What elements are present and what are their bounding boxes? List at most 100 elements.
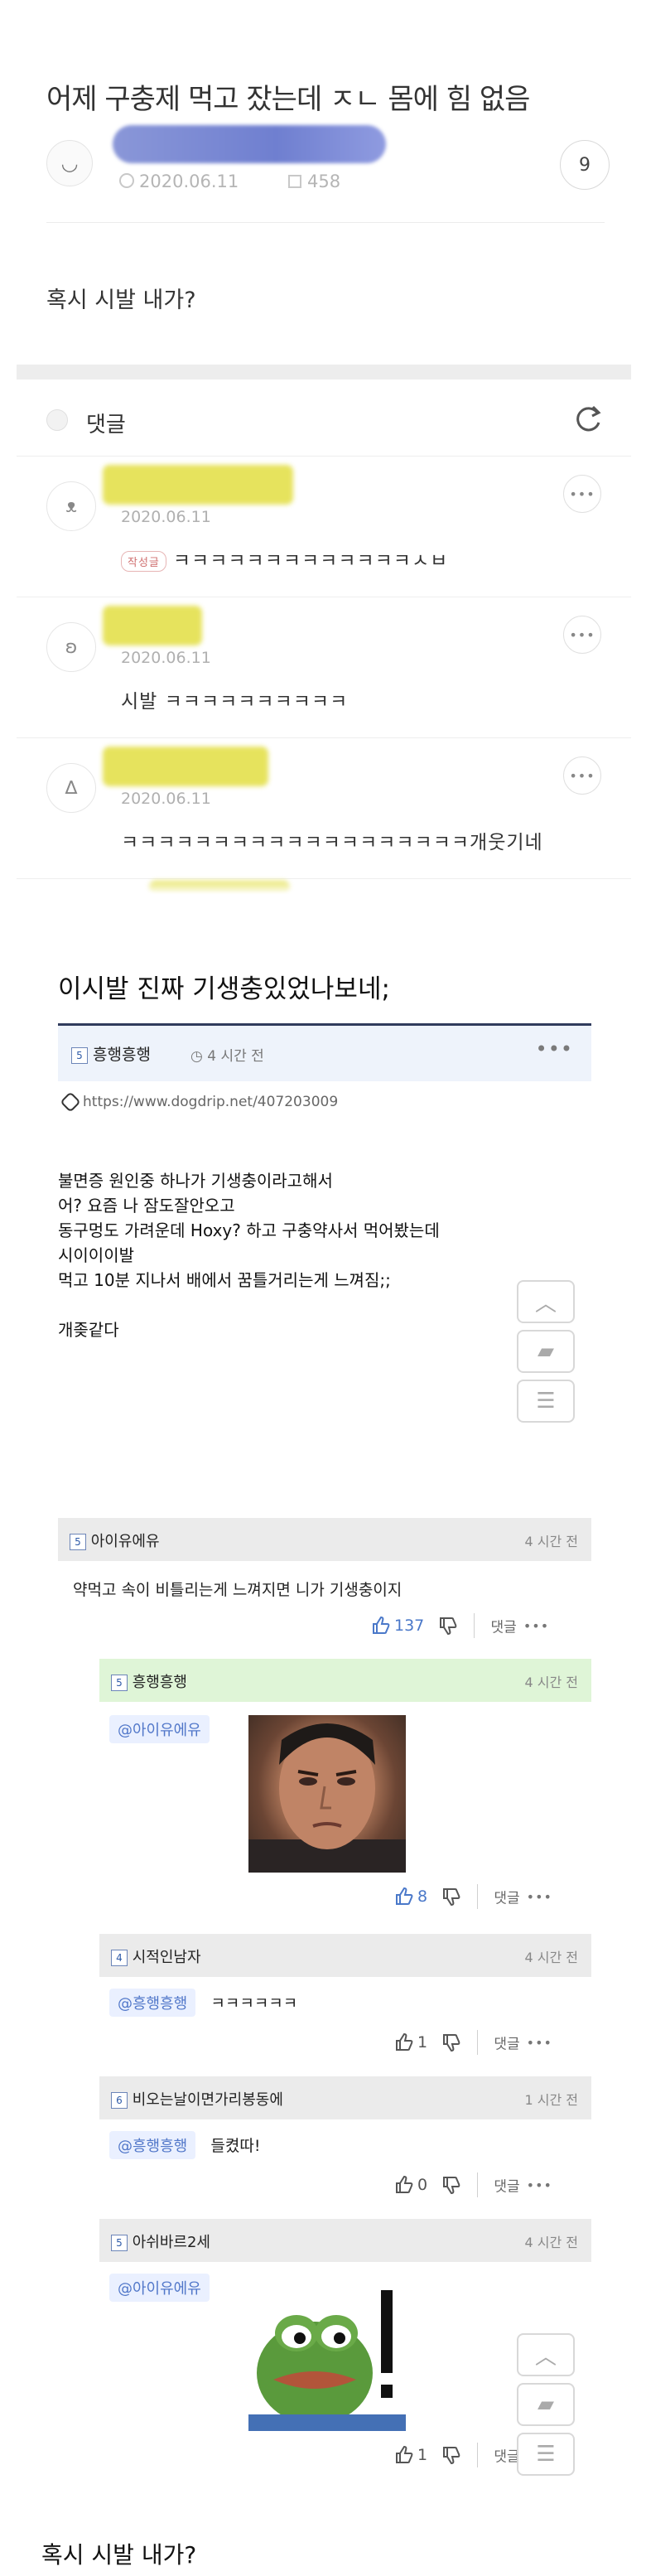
comment-author[interactable]: 5 아쉬바르2세 — [111, 2230, 210, 2252]
censored-name — [103, 606, 202, 645]
dogdrip-title: 이시발 진짜 기생충있었나보네; — [58, 974, 390, 1004]
bell-icon — [46, 409, 68, 431]
comment-mention[interactable]: @아이유에유 — [109, 2274, 210, 2302]
comment-reply: 5 흥행흥행 4 시간 전 @아이유에유 8 댓글 ••• — [99, 1659, 591, 1909]
scroll-top-button[interactable]: ︿ — [517, 1280, 575, 1323]
comments-button[interactable]: ▰ — [517, 1330, 575, 1373]
reaction-image-frog — [248, 2274, 406, 2431]
comment-author[interactable]: 5 흥행흥행 — [111, 1670, 187, 1692]
level-icon: 6 — [111, 2092, 128, 2109]
mention-tag[interactable]: @흥행흥행 — [109, 2131, 196, 2159]
thumb-down-icon[interactable] — [441, 1887, 461, 1907]
comment-reply: 6 비오는날이면가리봉동에 1 시간 전 @흥행흥행 들켰따! 0 댓글 ••• — [99, 2076, 591, 2197]
comment-count-button[interactable]: 9 — [560, 140, 610, 190]
commenter-avatar[interactable]: ᴥ — [46, 481, 96, 531]
upvote-count: 1 — [417, 2033, 428, 2052]
body-line: 개좆같다 — [58, 1320, 119, 1340]
post-views: 458 — [307, 172, 341, 191]
comment-date: 2020.06.11 — [121, 649, 211, 667]
footer-text: 혹시 시발 내가? — [41, 2541, 197, 2569]
comment-header: 5 아이유에유 4 시간 전 — [58, 1518, 591, 1561]
comment-author[interactable]: 4 시적인남자 — [111, 1945, 201, 1967]
body-line: 시이이이발 — [58, 1245, 134, 1265]
comment-header: 5 아쉬바르2세 4 시간 전 — [99, 2219, 591, 2262]
mention-tag[interactable]: @아이유에유 — [109, 1715, 210, 1743]
post-author-name: 흥행흥행 — [93, 1046, 151, 1064]
section-divider — [17, 365, 631, 379]
list-button[interactable]: ☰ — [517, 1380, 575, 1423]
thumb-up-icon[interactable] — [371, 1616, 391, 1636]
post-link[interactable]: https://www.dogdrip.net/407203009 — [60, 1091, 338, 1113]
comments-button[interactable]: ▰ — [517, 2383, 575, 2426]
post-author[interactable]: 5 흥행흥행 — [71, 1042, 151, 1065]
reply-button[interactable]: 댓글 — [494, 1891, 519, 1907]
clock-icon — [119, 173, 134, 188]
more-options-icon[interactable]: ••• — [536, 1037, 573, 1061]
thumb-up-icon[interactable] — [394, 2445, 414, 2465]
comment-time: 1 시간 전 — [524, 2092, 578, 2108]
more-icon[interactable]: ••• — [563, 756, 601, 795]
more-icon[interactable]: ••• — [527, 1889, 552, 1905]
comment-author-name: 시적인남자 — [132, 1949, 201, 1966]
upvote-count: 1 — [417, 2446, 428, 2464]
thumb-up-icon[interactable] — [394, 2175, 414, 2195]
thumb-down-icon[interactable] — [441, 2175, 461, 2195]
level-icon: 5 — [111, 1675, 128, 1691]
thumb-up-icon[interactable] — [394, 1887, 414, 1907]
more-icon[interactable]: ••• — [523, 1618, 549, 1634]
comment-header: 6 비오는날이면가리봉동에 1 시간 전 — [99, 2076, 591, 2119]
refresh-icon[interactable] — [571, 403, 605, 436]
upvote-count: 0 — [417, 2176, 428, 2194]
comment-time: 4 시간 전 — [524, 2235, 578, 2250]
reply-button[interactable]: 댓글 — [494, 2179, 519, 2196]
commenter-avatar[interactable]: ∆ — [46, 763, 96, 813]
comment-text: 작성글 ㅋㅋㅋㅋㅋㅋㅋㅋㅋㅋㅋㅋㅋㅅㅂ — [121, 544, 448, 573]
comment-text: ㅋㅋㅋㅋㅋㅋㅋㅋㅋㅋㅋㅋㅋㅋㅋㅋㅋㅋㅋ개웃기네 — [121, 832, 543, 853]
comment-time: 4 시간 전 — [524, 1675, 578, 1690]
separator — [477, 1884, 479, 1909]
level-icon: 4 — [111, 1950, 128, 1966]
mobile-post-screenshot: 어제 구충제 먹고 잤는데 ㅈㄴ 몸에 힘 없음 ◡ 2020.06.11 45… — [17, 0, 631, 895]
list-button[interactable]: ☰ — [517, 2433, 575, 2476]
comments-header: 댓글 — [17, 379, 631, 456]
author-avatar[interactable]: ◡ — [46, 140, 93, 186]
post-date: 2020.06.11 — [139, 172, 239, 191]
thumb-down-icon[interactable] — [441, 2445, 461, 2465]
comment-date: 2020.06.11 — [121, 508, 211, 526]
more-icon[interactable]: ••• — [563, 616, 601, 654]
comment-author[interactable]: 6 비오는날이면가리봉동에 — [111, 2088, 283, 2110]
comment-header: 5 흥행흥행 4 시간 전 — [99, 1659, 591, 1702]
body-line: 불면증 원인중 하나가 기생충이라고해서 — [58, 1171, 333, 1191]
thumb-up-icon[interactable] — [394, 2032, 414, 2052]
upvote-count: 8 — [417, 1887, 428, 1906]
mention-tag[interactable]: @흥행흥행 — [109, 1989, 196, 2017]
thumb-down-icon[interactable] — [441, 2032, 461, 2052]
scroll-top-button[interactable]: ︿ — [517, 2333, 575, 2376]
reply-button[interactable]: 댓글 — [494, 2449, 519, 2466]
separator — [477, 2172, 479, 2197]
censored-name — [103, 465, 293, 505]
comment-item: ᴥ 2020.06.11 작성글 ㅋㅋㅋㅋㅋㅋㅋㅋㅋㅋㅋㅋㅋㅅㅂ ••• — [17, 456, 631, 597]
post-info-bar: 5 흥행흥행 ◷ 4 시간 전 ••• — [58, 1023, 591, 1081]
reply-button[interactable]: 댓글 — [491, 1620, 517, 1636]
reply-button[interactable]: 댓글 — [494, 2037, 519, 2053]
mention-tag[interactable]: @아이유에유 — [109, 2274, 210, 2302]
floating-buttons: ︿ ▰ ☰ — [517, 1280, 575, 1429]
fade-overlay — [17, 878, 631, 895]
post-meta: ◡ 2020.06.11 458 9 — [46, 125, 610, 191]
more-icon[interactable]: ••• — [563, 475, 601, 513]
comment-author-name: 비오는날이면가리봉동에 — [132, 2091, 283, 2109]
more-icon[interactable]: ••• — [527, 2177, 552, 2193]
commenter-avatar[interactable]: ʚ — [46, 622, 96, 672]
more-icon[interactable]: ••• — [527, 2035, 552, 2051]
comment-author[interactable]: 5 아이유에유 — [70, 1530, 160, 1551]
floating-buttons: ︿ ▰ ☰ — [517, 2333, 575, 2482]
censored-name — [103, 747, 268, 786]
thumb-down-icon[interactable] — [438, 1616, 458, 1636]
comments-label: 댓글 — [86, 413, 126, 437]
comment-mention[interactable]: @아이유에유 — [109, 1715, 210, 1743]
separator — [477, 2443, 479, 2467]
author-badge: 작성글 — [121, 551, 166, 572]
upvote-count: 137 — [394, 1617, 425, 1635]
comment-text-content: 들켰따! — [210, 2137, 261, 2155]
